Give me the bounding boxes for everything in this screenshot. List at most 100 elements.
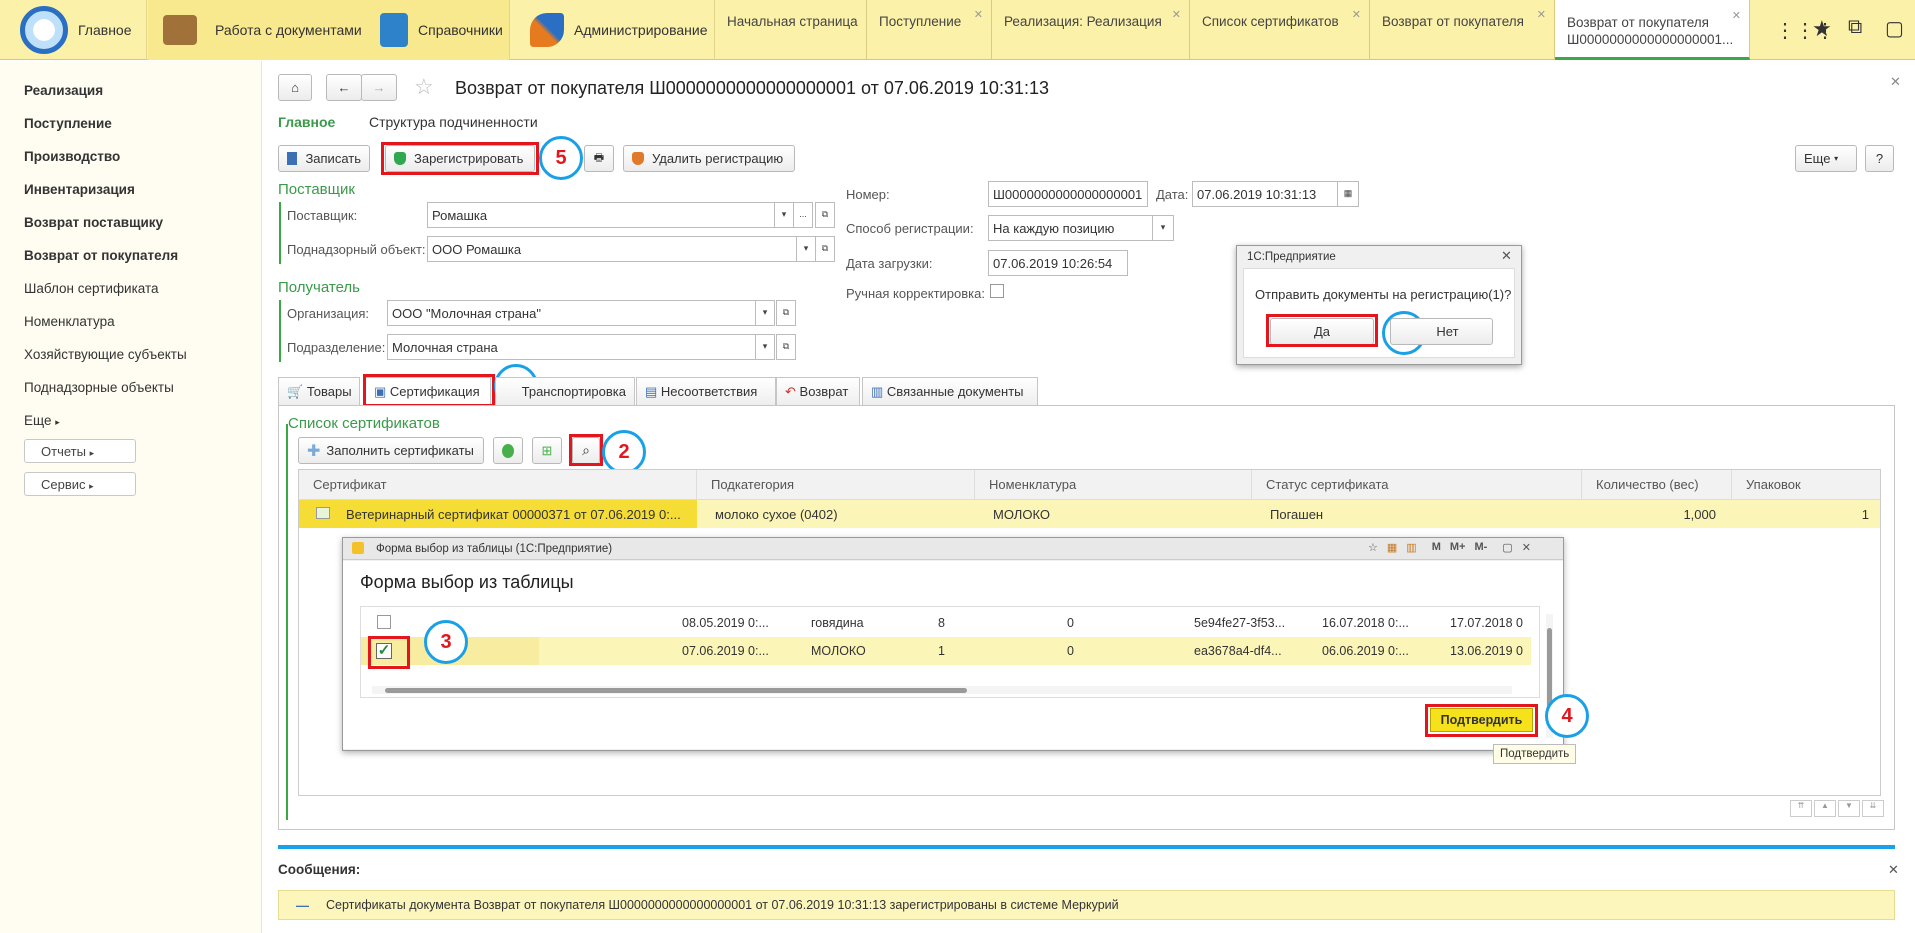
close-icon[interactable]: ✕ (1352, 8, 1361, 21)
column-header[interactable]: Количество (вес) (1582, 470, 1732, 500)
highlight-box (368, 636, 410, 669)
column-header[interactable]: Сертификат (299, 470, 697, 500)
nav-item-return-supplier[interactable]: Возврат поставщику (24, 215, 163, 230)
open-tab-certs[interactable]: Список сертификатов ✕ (1190, 0, 1370, 60)
arrow-right-icon: → (372, 80, 386, 95)
forward-button[interactable]: → (361, 74, 397, 101)
maximize-icon[interactable]: ▢ (1502, 541, 1512, 554)
nav-item-return-customer[interactable]: Возврат от покупателя (24, 248, 178, 263)
dropdown-button[interactable]: ▾ (755, 300, 775, 326)
division-field[interactable]: Молочная страна (387, 334, 757, 360)
open-tab-return-active[interactable]: Возврат от покупателя Ш00000000000000000… (1555, 0, 1750, 60)
column-header[interactable]: Подкатегория (697, 470, 975, 500)
nav-item-sales[interactable]: Реализация (24, 83, 103, 98)
section-main[interactable]: Главное (0, 0, 147, 60)
dropdown-button[interactable]: ▾ (755, 334, 775, 360)
open-button[interactable]: ⧉ (776, 334, 796, 360)
nav-item-objects[interactable]: Поднадзорные объекты (24, 380, 174, 395)
calendar-icon[interactable]: ▥ (1406, 541, 1416, 554)
column-header[interactable]: Номенклатура (975, 470, 1252, 500)
open-tab-sales[interactable]: Реализация: Реализация ✕ (992, 0, 1190, 60)
select-button[interactable]: ... (793, 202, 813, 228)
favorite-icon[interactable]: ☆ (1368, 541, 1378, 554)
column-header[interactable]: Упаковок (1732, 470, 1880, 500)
star-icon[interactable]: ★ (1812, 16, 1832, 42)
tab-label: Связанные документы (886, 384, 1024, 399)
group-border (279, 202, 281, 264)
add-button[interactable] (493, 437, 523, 464)
fill-certificates-button[interactable]: ✚ Заполнить сертификаты (298, 437, 484, 464)
dropdown-button[interactable]: ▾ (796, 236, 816, 262)
memory-button[interactable]: M (1432, 541, 1441, 554)
close-icon[interactable]: ✕ (1890, 74, 1901, 90)
section-references[interactable]: Справочники (370, 0, 520, 60)
close-icon[interactable]: ✕ (1501, 248, 1512, 264)
row-checkbox[interactable] (377, 615, 391, 629)
print-button[interactable]: 🖶 (584, 145, 614, 172)
tab-mismatches[interactable]: ▤ Несоответствия (636, 377, 776, 405)
tab-return[interactable]: ↶ Возврат (776, 377, 860, 405)
tab-goods[interactable]: 🛒 Товары (278, 377, 360, 405)
documents-icon: ▥ (871, 384, 884, 399)
back-button[interactable]: ← (326, 74, 362, 101)
dropdown-button[interactable]: ▾ (1152, 215, 1174, 241)
nav-item-nomenclature[interactable]: Номенклатура (24, 314, 115, 329)
date-from-cell: 16.07.2018 0:... (1322, 616, 1409, 630)
nav-item-cert-template[interactable]: Шаблон сертификата (24, 281, 159, 296)
last-row-icon[interactable]: ⇊ (1862, 800, 1884, 817)
close-icon[interactable]: ✕ (974, 8, 983, 21)
nav-item-more[interactable]: Еще ▸ (24, 413, 60, 428)
subnav-structure[interactable]: Структура подчиненности (369, 114, 538, 130)
number-field[interactable]: Ш0000000000000000001 (988, 181, 1148, 207)
history-icon[interactable]: ⧉ (1848, 16, 1862, 39)
open-tab-receipt[interactable]: Поступление ✕ (867, 0, 992, 60)
up-icon[interactable]: ▲ (1814, 800, 1836, 817)
save-button[interactable]: Записать (278, 145, 370, 172)
subnav-main[interactable]: Главное (278, 114, 335, 130)
nav-item-inventory[interactable]: Инвентаризация (24, 182, 135, 197)
manual-correction-checkbox[interactable] (990, 284, 1004, 298)
nav-item-receipt[interactable]: Поступление (24, 116, 112, 131)
nav-item-entities[interactable]: Хозяйствующие субъекты (24, 347, 187, 362)
service-button[interactable]: Сервис ▸ (24, 472, 136, 496)
reports-button[interactable]: Отчеты ▸ (24, 439, 136, 463)
first-row-icon[interactable]: ⇈ (1790, 800, 1812, 817)
org-field[interactable]: ООО "Молочная страна" (387, 300, 757, 326)
calculator-icon[interactable]: ▦ (1387, 541, 1397, 554)
close-icon[interactable]: ✕ (1537, 8, 1546, 21)
dropdown-button[interactable]: ▾ (774, 202, 794, 228)
tab-related[interactable]: ▥ Связанные документы (862, 377, 1038, 405)
close-icon[interactable]: ✕ (1522, 541, 1531, 554)
add-copy-button[interactable]: ⊞ (532, 437, 562, 464)
favorite-star-icon[interactable]: ☆ (414, 74, 434, 100)
supplier-field[interactable]: Ромашка (427, 202, 777, 228)
column-header[interactable]: Статус сертификата (1252, 470, 1582, 500)
reg-method-field[interactable]: На каждую позицию (988, 215, 1154, 241)
date-field[interactable]: 07.06.2019 10:31:13 (1192, 181, 1339, 207)
calendar-button[interactable]: ▦ (1337, 181, 1359, 207)
home-button[interactable]: ⌂ (278, 74, 312, 101)
down-icon[interactable]: ▼ (1838, 800, 1860, 817)
open-button[interactable]: ⧉ (815, 236, 835, 262)
load-date-field[interactable]: 07.06.2019 10:26:54 (988, 250, 1128, 276)
open-tab-return[interactable]: Возврат от покупателя ✕ (1370, 0, 1555, 60)
close-icon[interactable]: ✕ (1732, 8, 1741, 25)
tab-transport[interactable]: Транспортировка (495, 377, 635, 405)
close-icon[interactable]: ✕ (1888, 862, 1899, 878)
open-tab-home[interactable]: Начальная страница (715, 0, 867, 60)
open-button[interactable]: ⧉ (776, 300, 796, 326)
close-icon[interactable]: ✕ (1172, 8, 1181, 21)
scrollbar-thumb[interactable] (385, 688, 967, 693)
no-button[interactable]: Нет (1390, 318, 1493, 345)
scrollbar-thumb[interactable] (1547, 628, 1552, 708)
open-button[interactable]: ⧉ (815, 202, 835, 228)
section-admin[interactable]: Администрирование (520, 0, 715, 60)
help-button[interactable]: ? (1865, 145, 1894, 172)
nav-item-production[interactable]: Производство (24, 149, 120, 164)
memory-plus-button[interactable]: M+ (1450, 541, 1466, 554)
panel-settings-icon[interactable]: ▢ (1885, 16, 1904, 41)
object-field[interactable]: ООО Ромашка (427, 236, 799, 262)
more-button[interactable]: Еще ▾ (1795, 145, 1857, 172)
memory-minus-button[interactable]: M- (1474, 541, 1487, 554)
delete-registration-button[interactable]: Удалить регистрацию (623, 145, 795, 172)
